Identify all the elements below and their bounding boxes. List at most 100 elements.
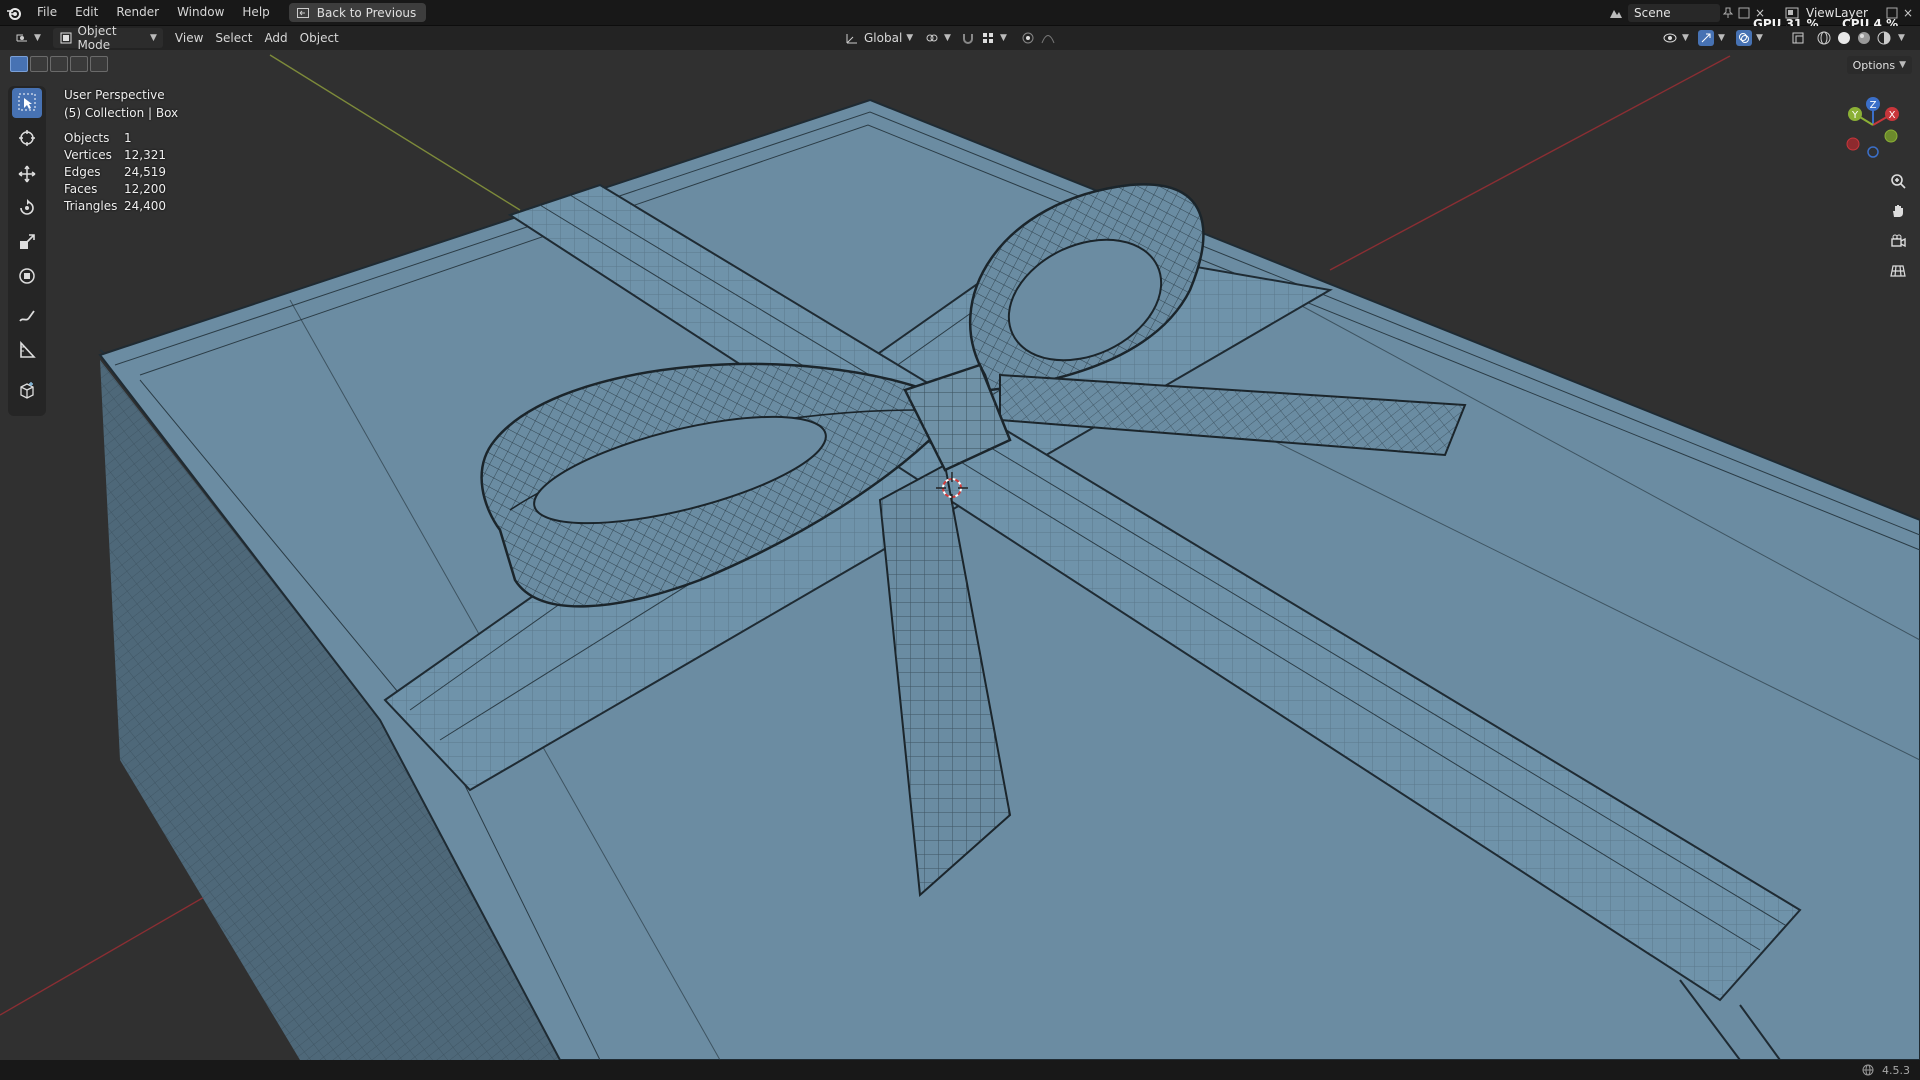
menu-window[interactable]: Window [168,0,233,25]
header-menu-view[interactable]: View [169,28,209,48]
z-axis-label: Z [1870,100,1877,111]
zoom-icon [1890,173,1906,192]
pivot-icon [924,30,940,46]
wireframe-shading-icon[interactable] [1816,30,1832,46]
select-intersect-icon[interactable] [90,56,108,72]
cursor-tool[interactable] [12,124,42,154]
select-subtract-icon[interactable] [50,56,68,72]
scene-icon[interactable] [1608,5,1624,21]
material-shading-icon[interactable] [1856,30,1872,46]
3d-viewport[interactable]: Options ▼ Z X Y [0,50,1920,1060]
pencil-icon [18,307,36,328]
back-to-previous-label: Back to Previous [316,5,417,20]
tool-shelf [8,86,46,416]
chevron-down-icon: ▼ [1756,33,1763,43]
menu-edit[interactable]: Edit [66,0,107,25]
version-label: 4.5.3 [1882,1063,1910,1077]
scene-name: Scene [1634,5,1671,20]
options-dropdown[interactable]: Options ▼ [1846,56,1912,74]
snap-dropdown[interactable]: ▼ [954,28,1013,48]
select-box-tool[interactable] [12,88,42,118]
stat-label: Vertices [64,148,112,162]
y-axis-label: Y [1851,110,1859,121]
status-bar: 4.5.3 [0,1060,1920,1080]
transform-tool[interactable] [12,262,42,292]
stat-value: 24,519 [124,165,166,179]
transform-orientation-dropdown[interactable]: Global ▼ [838,28,919,48]
pivot-point-dropdown[interactable]: ▼ [918,28,957,48]
visibility-dropdown[interactable]: ▼ [1656,28,1695,48]
selection-mode-buttons [10,56,108,72]
close-view-layer-icon[interactable]: × [1900,5,1916,21]
chevron-down-icon: ▼ [944,33,951,43]
add-cube-icon [18,381,36,402]
move-tool[interactable] [12,160,42,190]
rotate-icon [18,198,36,220]
xray-toggle-icon[interactable] [1790,30,1806,46]
object-mode-label: Object Mode [77,24,117,52]
transform-orientation-label: Global [864,31,903,45]
editor-type-dropdown[interactable]: ▼ [8,28,47,48]
object-mode-dropdown[interactable]: Object Mode ▼ [52,24,163,52]
chevron-down-icon: ▼ [1000,33,1007,43]
add-cube-tool[interactable] [12,376,42,406]
collection-label: (5) Collection | Box [64,106,179,120]
menu-render[interactable]: Render [107,0,168,25]
viewport-info-overlay: User Perspective (5) Collection | Box Ob… [64,86,184,215]
perspective-toggle-button[interactable] [1884,258,1912,286]
back-to-previous-button[interactable]: Back to Previous [288,3,427,22]
chevron-down-icon: ▼ [34,33,41,43]
y-axis-line [269,54,521,211]
neg-y-axis-handle[interactable] [1884,129,1898,143]
rendered-shading-icon[interactable] [1876,30,1892,46]
stat-row-vertices: Vertices 12,321 [64,147,184,164]
chevron-down-icon: ▼ [906,33,914,43]
scene-field[interactable]: Scene [1628,3,1720,22]
eye-icon [1662,30,1678,46]
neg-x-axis-handle[interactable] [1846,137,1860,151]
overlays-icon [1736,30,1752,46]
scale-tool[interactable] [12,228,42,258]
chevron-down-icon: ▼ [1682,33,1689,43]
object-mode-icon [59,30,74,46]
grid-icon [1890,263,1906,282]
blender-logo-icon[interactable] [0,6,28,20]
back-icon [295,5,311,21]
header-menu-object[interactable]: Object [294,28,345,48]
shading-chevron-down-icon[interactable]: ▼ [1898,33,1905,43]
proportional-edit-dropdown[interactable] [1014,28,1062,48]
header-menu-add[interactable]: Add [258,28,293,48]
stat-row-edges: Edges 24,519 [64,164,184,181]
globe-icon [1860,1062,1876,1078]
gizmo-icon [1698,30,1714,46]
menu-file[interactable]: File [28,0,66,25]
header-menu-select[interactable]: Select [209,28,258,48]
falloff-icon [1040,30,1056,46]
measure-tool[interactable] [12,336,42,366]
new-scene-icon[interactable] [1736,5,1752,21]
move-icon [18,165,36,186]
chevron-down-icon: ▼ [150,33,157,43]
view-name: User Perspective [64,88,165,102]
3d-cursor-tool-icon [18,129,36,150]
neg-z-axis-handle[interactable] [1867,146,1879,158]
select-difference-icon[interactable] [70,56,88,72]
scene-canvas[interactable] [0,50,1920,1060]
zoom-button[interactable] [1884,168,1912,196]
menu-help[interactable]: Help [233,0,278,25]
overlays-toggle[interactable]: ▼ [1730,28,1769,48]
pin-icon[interactable] [1720,5,1736,21]
pan-button[interactable] [1884,198,1912,226]
select-new-icon[interactable] [10,56,28,72]
snap-grid-icon [980,30,996,46]
select-extend-icon[interactable] [30,56,48,72]
navigation-gizmo[interactable]: Z X Y [1838,92,1904,158]
cursor-select-icon [18,93,36,114]
annotate-tool[interactable] [12,302,42,332]
chevron-down-icon: ▼ [1899,60,1906,70]
rotate-tool[interactable] [12,194,42,224]
x-axis-line [1329,55,1731,271]
gizmo-toggle[interactable]: ▼ [1692,28,1731,48]
camera-view-button[interactable] [1884,228,1912,256]
solid-shading-icon[interactable] [1836,30,1852,46]
